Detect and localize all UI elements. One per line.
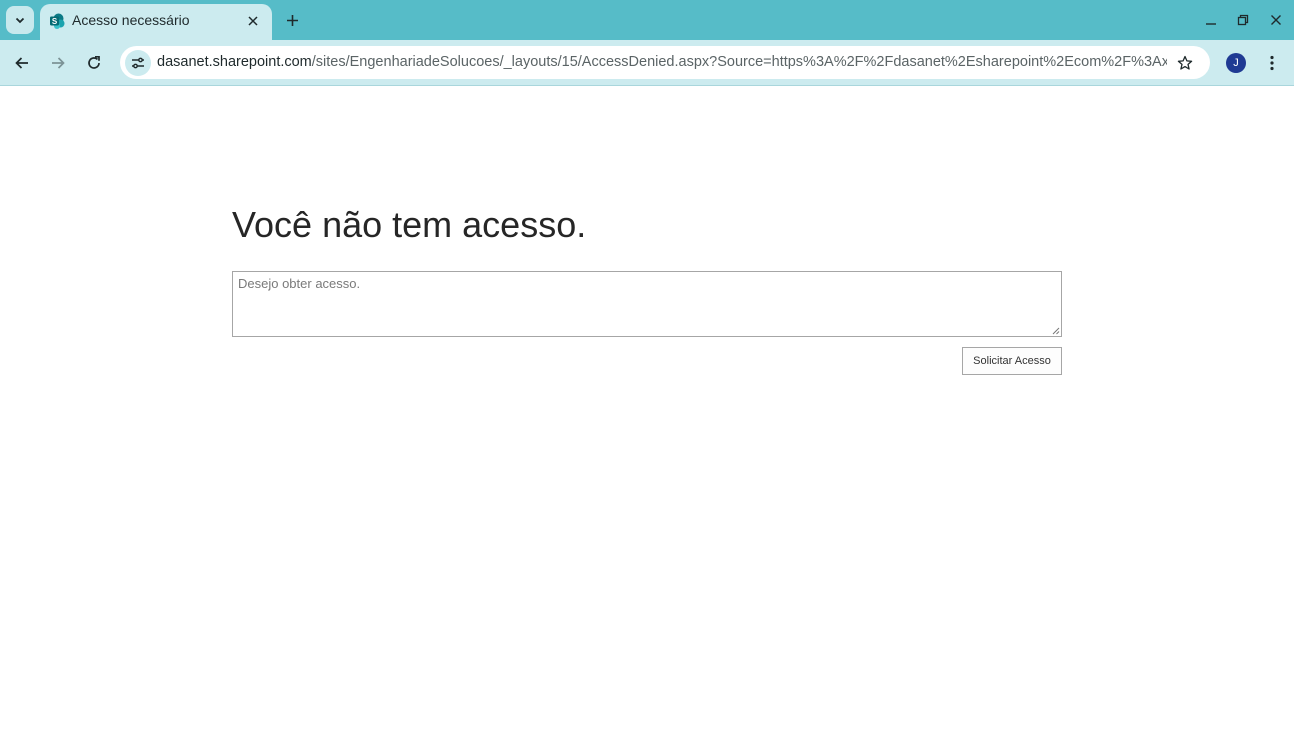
resize-grip-icon[interactable]: [1050, 325, 1060, 335]
close-icon: [248, 16, 258, 26]
url-path: /sites/EngenhariadeSolucoes/_layouts/15/…: [311, 54, 1167, 70]
page-title: Você não tem acesso.: [232, 204, 587, 245]
close-window-button[interactable]: [1266, 10, 1286, 30]
reload-icon: [88, 55, 100, 69]
tab-search-button[interactable]: [6, 6, 34, 34]
sharepoint-icon: S: [50, 13, 65, 29]
back-icon: [15, 57, 28, 69]
profile-avatar[interactable]: J: [1226, 53, 1246, 73]
back-button[interactable]: [8, 49, 36, 77]
tab-close-button[interactable]: [244, 12, 262, 30]
access-request-textarea[interactable]: [232, 271, 1062, 337]
forward-button[interactable]: [44, 49, 72, 77]
close-icon: [1271, 15, 1281, 25]
restore-icon: [1237, 14, 1249, 26]
tune-icon: [132, 57, 144, 69]
kebab-icon: [1270, 55, 1274, 71]
bookmark-button[interactable]: [1175, 53, 1195, 73]
tab-title: Acesso necessário: [72, 12, 190, 28]
minimize-icon: [1206, 23, 1216, 25]
reload-button[interactable]: [80, 49, 108, 77]
url-host: dasanet.sharepoint.com: [157, 54, 312, 70]
plus-icon: [286, 14, 298, 26]
svg-text:S: S: [52, 17, 58, 26]
site-info-button[interactable]: [125, 50, 151, 76]
minimize-button[interactable]: [1201, 10, 1221, 30]
star-icon: [1177, 55, 1193, 70]
restore-button[interactable]: [1233, 10, 1253, 30]
url-text[interactable]: dasanet.sharepoint.com/sites/Engenhariad…: [157, 54, 1167, 70]
request-access-button[interactable]: Solicitar Acesso: [962, 347, 1062, 375]
browser-toolbar: dasanet.sharepoint.com/sites/Engenhariad…: [0, 40, 1294, 86]
tab-active[interactable]: S Acesso necessário: [40, 4, 272, 40]
browser-menu-button[interactable]: [1262, 52, 1282, 74]
forward-icon: [52, 57, 65, 69]
browser-titlebar: S Acesso necessário: [0, 0, 1294, 40]
chevron-down-icon: [15, 17, 25, 24]
address-bar[interactable]: dasanet.sharepoint.com/sites/Engenhariad…: [120, 46, 1210, 79]
new-tab-button[interactable]: [280, 8, 304, 32]
